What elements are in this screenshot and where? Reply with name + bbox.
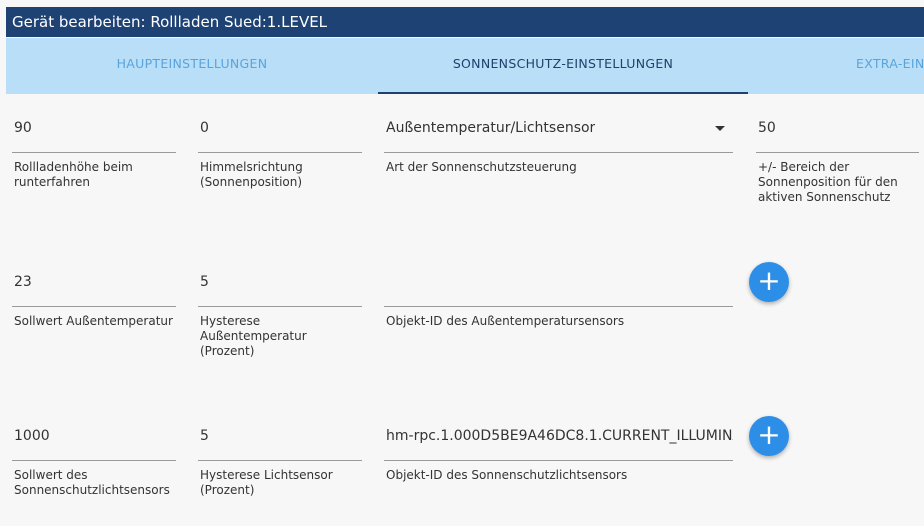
light-setpoint-value: 1000	[14, 428, 50, 444]
sky-direction-value: 0	[200, 120, 209, 136]
temperature-hysteresis-underline	[198, 306, 362, 307]
temperature-setpoint-value: 23	[14, 274, 32, 290]
tab-main-settings[interactable]: HAUPTEINSTELLUNGEN	[6, 38, 378, 94]
temperature-setpoint-input[interactable]: 23	[12, 274, 176, 308]
dropdown-arrow-icon	[715, 126, 725, 131]
temperature-setpoint-underline	[12, 306, 176, 307]
light-sensor-id-value: hm-rpc.1.000D5BE9A46DC8.1.CURRENT_ILLUMI…	[386, 428, 733, 444]
temperature-hysteresis-label: Hysterese Außentemperatur (Prozent)	[200, 314, 307, 358]
sun-range-underline	[756, 152, 919, 153]
temperature-sensor-id-label: Objekt-ID des Außentemperatursensors	[386, 314, 625, 328]
temperature-hysteresis-input[interactable]: 5	[198, 274, 362, 308]
sky-direction-underline	[198, 152, 362, 153]
edit-device-dialog: Gerät bearbeiten: Rollladen Sued:1.LEVEL…	[6, 7, 924, 526]
sun-control-type-value: Außentemperatur/Lichtsensor	[386, 120, 596, 136]
tab-sun-protection-settings[interactable]: SONNENSCHUTZ-EINSTELLUNGEN	[378, 38, 748, 94]
shutter-height-label: Rollladenhöhe beim runterfahren	[14, 160, 133, 189]
add-temperature-sensor-button[interactable]: +	[749, 262, 789, 302]
sun-control-type-label: Art der Sonnenschutzsteuerung	[386, 160, 577, 174]
temperature-hysteresis-value: 5	[200, 274, 209, 290]
temperature-setpoint-label: Sollwert Außentemperatur	[14, 314, 173, 328]
temperature-sensor-id-input[interactable]	[384, 274, 733, 308]
light-hysteresis-underline	[198, 460, 362, 461]
dialog-title: Gerät bearbeiten: Rollladen Sued:1.LEVEL	[6, 7, 924, 37]
shutter-height-value: 90	[14, 120, 32, 136]
light-setpoint-label: Sollwert des Sonnenschutzlichtsensors	[14, 468, 170, 497]
plus-icon: +	[757, 418, 781, 451]
sun-control-type-select[interactable]: Außentemperatur/Lichtsensor	[384, 120, 733, 154]
sun-control-type-underline	[384, 152, 733, 153]
tab-extra-settings[interactable]: EXTRA-EIN	[856, 38, 924, 94]
light-sensor-id-input[interactable]: hm-rpc.1.000D5BE9A46DC8.1.CURRENT_ILLUMI…	[384, 428, 733, 462]
add-light-sensor-button[interactable]: +	[749, 416, 789, 456]
sky-direction-input[interactable]: 0	[198, 120, 362, 154]
sun-range-input[interactable]: 50	[756, 120, 919, 154]
light-hysteresis-input[interactable]: 5	[198, 428, 362, 462]
light-sensor-id-underline	[384, 460, 733, 461]
shutter-height-underline	[12, 152, 176, 153]
temperature-sensor-id-underline	[384, 306, 733, 307]
sky-direction-label: Himmelsrichtung (Sonnenposition)	[200, 160, 303, 189]
light-setpoint-underline	[12, 460, 176, 461]
plus-icon: +	[757, 264, 781, 297]
sun-range-value: 50	[758, 120, 776, 136]
shutter-height-input[interactable]: 90	[12, 120, 176, 154]
sun-range-label: +/- Bereich der Sonnenposition für den a…	[758, 160, 898, 204]
light-sensor-id-label: Objekt-ID des Sonnenschutzlichtsensors	[386, 468, 628, 482]
tab-bar: HAUPTEINSTELLUNGEN SONNENSCHUTZ-EINSTELL…	[6, 38, 924, 94]
light-hysteresis-label: Hysterese Lichtsensor (Prozent)	[200, 468, 333, 497]
light-hysteresis-value: 5	[200, 428, 209, 444]
light-setpoint-input[interactable]: 1000	[12, 428, 176, 462]
